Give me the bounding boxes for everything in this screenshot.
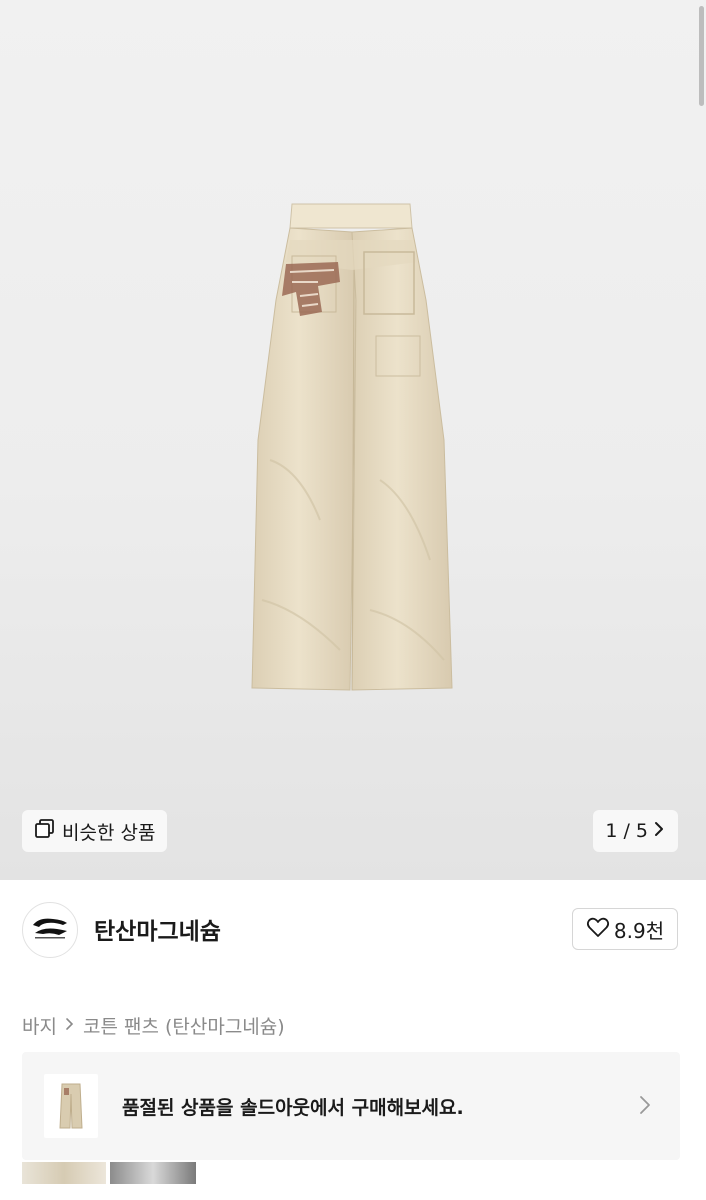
like-button[interactable]: 8.9천 [572,908,678,950]
soldout-banner[interactable]: 품절된 상품을 솔드아웃에서 구매해보세요. [22,1052,680,1160]
chevron-right-icon [652,820,666,843]
heart-icon [586,916,610,943]
brand-logo [29,913,71,947]
product-photo [251,203,453,691]
similar-products-label: 비슷한 상품 [62,821,156,844]
similar-products-button[interactable]: 비슷한 상품 [22,810,168,852]
scrollbar-thumb[interactable] [699,6,704,106]
like-count: 8.9천 [613,918,665,943]
related-item-thumbnail[interactable] [22,1162,106,1184]
image-counter-text: 1 / 5 [605,820,648,842]
seller-avatar[interactable] [22,902,78,958]
related-item-thumbnail[interactable] [110,1162,196,1184]
copy-icon [34,818,56,845]
soldout-banner-text: 품절된 상품을 솔드아웃에서 구매해보세요. [122,1097,464,1119]
breadcrumb-product[interactable]: 코튼 팬츠 (탄산마그네슘) [83,1012,285,1039]
chevron-right-icon [638,1094,652,1120]
product-image-carousel[interactable]: 비슷한 상품 1 / 5 [0,0,706,880]
breadcrumb-category[interactable]: 바지 [22,1012,57,1039]
seller-name[interactable]: 탄산마그네슘 [94,912,221,946]
image-counter[interactable]: 1 / 5 [593,810,678,852]
chevron-right-icon [65,1015,75,1036]
soldout-thumbnail [44,1074,98,1138]
seller-row: 탄산마그네슘 8.9천 [0,880,706,980]
breadcrumb: 바지 코튼 팬츠 (탄산마그네슘) [22,1012,285,1039]
